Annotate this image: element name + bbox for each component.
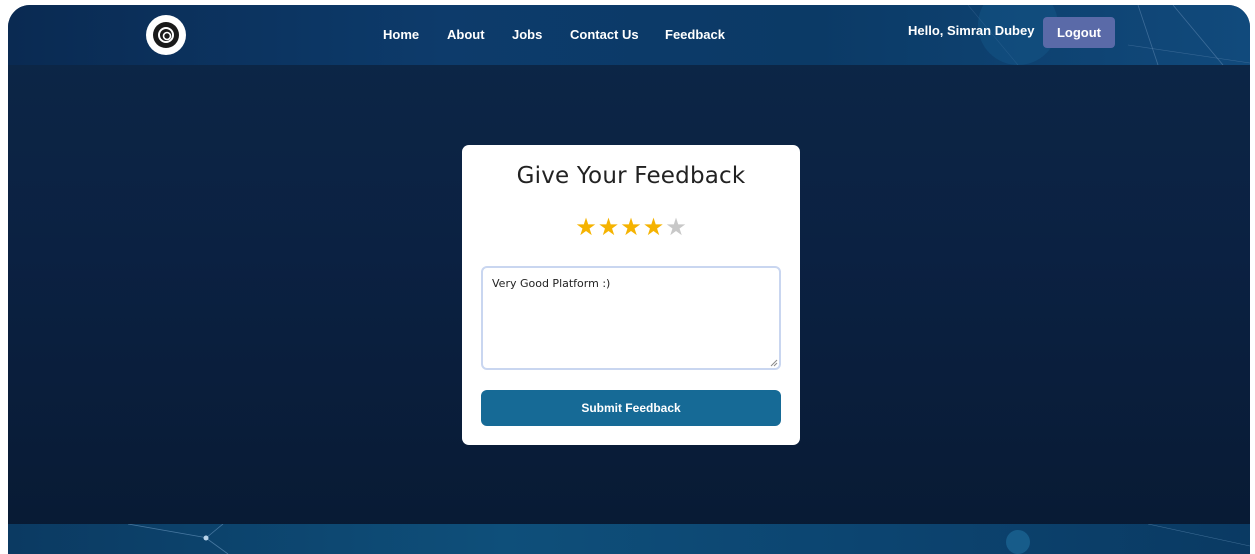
resize-handle-icon[interactable]	[770, 359, 778, 367]
nav-link-contact-us[interactable]: Contact Us	[570, 27, 639, 42]
nav-link-feedback[interactable]: Feedback	[665, 27, 725, 42]
star-icon[interactable]: ★	[598, 215, 620, 239]
nav-link-home[interactable]: Home	[383, 27, 419, 42]
feedback-textarea[interactable]: Very Good Platform :)	[481, 266, 781, 370]
submit-feedback-button[interactable]: Submit Feedback	[481, 390, 781, 426]
footer-strip	[8, 524, 1250, 554]
cg-logo-icon	[153, 22, 179, 48]
star-icon[interactable]: ★	[643, 215, 665, 239]
nav-link-about[interactable]: About	[447, 27, 485, 42]
site-logo[interactable]	[146, 15, 186, 55]
network-footer-decoration	[127, 524, 1250, 554]
user-greeting: Hello, Simran Dubey	[908, 23, 1035, 38]
star-icon[interactable]: ★	[665, 215, 687, 239]
top-navbar: Home About Jobs Contact Us Feedback Hell…	[8, 5, 1250, 65]
app-window: Home About Jobs Contact Us Feedback Hell…	[8, 5, 1250, 554]
nav-link-jobs[interactable]: Jobs	[512, 27, 542, 42]
feedback-title: Give Your Feedback	[516, 163, 746, 189]
star-icon[interactable]: ★	[575, 215, 597, 239]
feedback-card: Give Your Feedback ★ ★ ★ ★ ★ Very Good Platf…	[462, 145, 800, 445]
star-rating: ★ ★ ★ ★ ★	[462, 215, 800, 239]
star-icon[interactable]: ★	[620, 215, 642, 239]
logout-button[interactable]: Logout	[1043, 17, 1115, 48]
